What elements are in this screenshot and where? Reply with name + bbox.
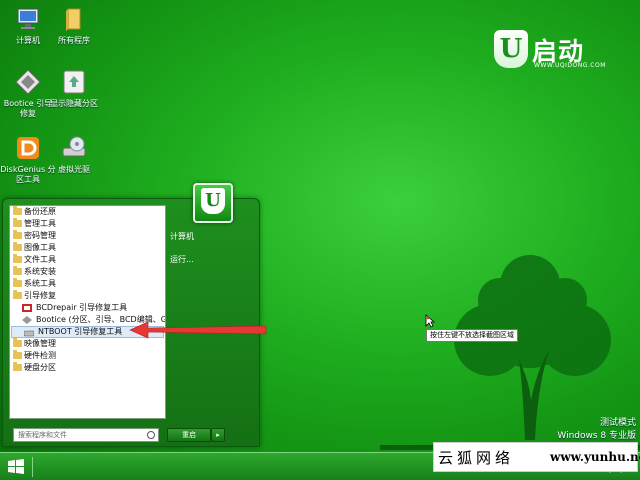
menu-item-label: 文件工具: [24, 255, 56, 264]
folder-icon: [13, 230, 22, 239]
watermark-text: 云狐网络: [438, 449, 515, 467]
menu-item-system-install[interactable]: 系统安装: [10, 266, 165, 278]
bcdrepair-icon: [22, 304, 32, 312]
menu-item-label: NTBOOT 引导修复工具: [38, 327, 123, 336]
menu-item-label: 硬盘分区: [24, 363, 56, 372]
menu-item-label: 密码管理: [24, 231, 56, 240]
folder-icon: [13, 242, 22, 251]
bootice-icon: [14, 68, 42, 96]
search-input[interactable]: 搜索程序和文件: [13, 428, 159, 442]
bootice-icon: [22, 316, 32, 324]
virtual-drive-icon: [60, 134, 88, 162]
cursor-icon: [425, 314, 435, 328]
folder-icon: [13, 266, 22, 275]
menu-item-boot-repair[interactable]: 引导修复: [10, 290, 165, 302]
ntboot-icon: [24, 330, 34, 337]
watermark: 云狐网络 www.yunhu.net: [433, 442, 640, 472]
brand-url: WWW.UQIDONG.COM: [534, 62, 606, 69]
folder-icon: [13, 338, 22, 347]
start-link-run[interactable]: 运行...: [170, 254, 194, 265]
folder-icon: [13, 290, 22, 299]
menu-item-label: 映像管理: [24, 339, 56, 348]
menu-item-backup-restore[interactable]: 备份还原: [10, 206, 165, 218]
folder-icon: [13, 254, 22, 263]
desktop-icon-label: 所有程序: [58, 36, 90, 45]
desktop-icon-label: 虚拟光驱: [58, 165, 90, 174]
restart-options-button[interactable]: ▸: [211, 428, 225, 442]
computer-icon: [14, 5, 42, 33]
menu-item-password-management[interactable]: 密码管理: [10, 230, 165, 242]
folder-icon: [13, 362, 22, 371]
edition-mode: 测试模式: [599, 418, 636, 428]
annotation-arrow: [129, 321, 267, 339]
folder-icon: [13, 350, 22, 359]
menu-item-label: 引导修复: [24, 291, 56, 300]
menu-item-label: 图像工具: [24, 243, 56, 252]
start-link-computer[interactable]: 计算机: [170, 231, 194, 242]
menu-item-label: 管理工具: [24, 219, 56, 228]
diskgenius-icon: [14, 134, 42, 162]
menu-item-label: 系统安装: [24, 267, 56, 276]
menu-item-label: 系统工具: [24, 279, 56, 288]
desktop-icon-show-hidden-partition[interactable]: 显示隐藏分区: [46, 68, 102, 109]
folder-icon: [13, 206, 22, 215]
menu-item-file-tools[interactable]: 文件工具: [10, 254, 165, 266]
brand-logo-mark: U: [494, 30, 528, 68]
windows-start-icon[interactable]: [4, 457, 28, 477]
tooltip: 按住左键不放选择截图区域: [426, 329, 518, 342]
menu-item-label: 备份还原: [24, 207, 56, 216]
brand-logo: U 启动 WWW.UQIDONG.COM: [494, 30, 614, 75]
edition-os: Windows 8 专业版: [557, 431, 636, 441]
desktop-icon-virtual-drive[interactable]: 虚拟光驱: [46, 134, 102, 175]
menu-item-bcdrepair[interactable]: BCDrepair 引导修复工具: [10, 302, 165, 314]
restart-button[interactable]: 重启: [167, 428, 211, 442]
menu-item-label: 硬件检测: [24, 351, 56, 360]
user-avatar: U: [193, 183, 233, 223]
folder-icon: [13, 278, 22, 287]
avatar-letter: U: [201, 188, 225, 214]
programs-list: 备份还原 管理工具 密码管理 图像工具 文件工具 系统安装 系统工具 引导修复 …: [9, 205, 166, 419]
watermark-url: www.yunhu.net: [550, 450, 640, 464]
search-placeholder: 搜索程序和文件: [18, 431, 67, 439]
folder-icon: [60, 5, 88, 33]
menu-item-image-tools[interactable]: 图像工具: [10, 242, 165, 254]
desktop-icon-label: 显示隐藏分区: [50, 99, 98, 108]
menu-item-management-tools[interactable]: 管理工具: [10, 218, 165, 230]
menu-item-disk-partition[interactable]: 硬盘分区: [10, 362, 165, 374]
desktop-icon-all-programs[interactable]: 所有程序: [46, 5, 102, 46]
menu-item-hardware-detect[interactable]: 硬件检测: [10, 350, 165, 362]
search-icon: [147, 431, 155, 439]
menu-item-label: BCDrepair 引导修复工具: [36, 303, 128, 312]
taskbar-separator: [32, 457, 33, 477]
folder-icon: [13, 218, 22, 227]
partition-icon: [60, 68, 88, 96]
menu-item-system-tools[interactable]: 系统工具: [10, 278, 165, 290]
